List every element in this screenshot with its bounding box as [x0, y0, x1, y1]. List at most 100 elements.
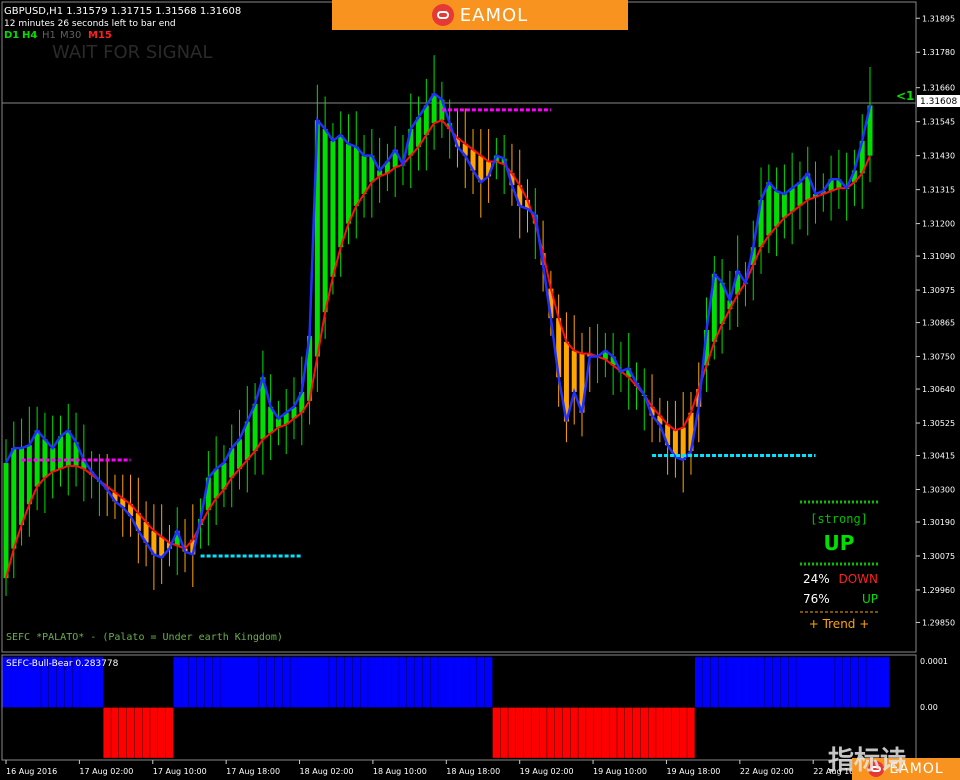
bull-bar[interactable]	[468, 656, 478, 708]
bear-bar[interactable]	[593, 707, 602, 759]
bull-bar[interactable]	[321, 656, 330, 708]
bear-bar[interactable]	[118, 707, 127, 759]
tf-d1[interactable]: D1	[4, 30, 19, 41]
bear-bar[interactable]	[500, 707, 509, 759]
bull-bar[interactable]	[865, 656, 875, 708]
bear-bar[interactable]	[157, 707, 166, 759]
bull-bar[interactable]	[367, 656, 376, 708]
candle-body[interactable]	[11, 448, 17, 549]
bull-bar[interactable]	[873, 656, 882, 708]
bull-bar[interactable]	[360, 656, 369, 708]
bull-bar[interactable]	[243, 656, 252, 708]
bull-bar[interactable]	[251, 656, 260, 708]
tf-h1[interactable]: H1	[42, 30, 56, 41]
candle-body[interactable]	[322, 129, 328, 313]
bear-bar[interactable]	[134, 707, 143, 759]
bull-bar[interactable]	[406, 656, 415, 708]
bear-bar[interactable]	[616, 707, 625, 759]
candle-body[interactable]	[571, 350, 577, 392]
bull-bar[interactable]	[328, 656, 337, 708]
candle-body[interactable]	[26, 445, 32, 505]
bull-bar[interactable]	[780, 656, 789, 708]
bull-bar[interactable]	[297, 656, 306, 708]
bull-bar[interactable]	[422, 656, 431, 708]
bull-bar[interactable]	[227, 656, 236, 708]
bull-bar[interactable]	[803, 656, 812, 708]
bear-bar[interactable]	[679, 707, 688, 759]
bull-bar[interactable]	[289, 656, 299, 708]
bull-bar[interactable]	[414, 656, 423, 708]
bear-bar[interactable]	[671, 707, 680, 759]
bear-bar[interactable]	[640, 707, 649, 759]
bull-bar[interactable]	[788, 656, 797, 708]
bull-bar[interactable]	[212, 656, 221, 708]
bull-bar[interactable]	[850, 656, 859, 708]
bear-bar[interactable]	[663, 707, 672, 759]
bear-bar[interactable]	[648, 707, 657, 759]
bull-bar[interactable]	[430, 656, 439, 708]
bull-bar[interactable]	[383, 656, 392, 708]
bull-bar[interactable]	[437, 656, 446, 708]
candle-body[interactable]	[766, 182, 772, 236]
candle-body[interactable]	[3, 462, 9, 579]
bull-bar[interactable]	[352, 656, 361, 708]
bear-bar[interactable]	[149, 707, 158, 759]
bear-bar[interactable]	[554, 707, 563, 759]
candle-body[interactable]	[797, 182, 803, 206]
candle-body[interactable]	[774, 191, 780, 227]
bull-bar[interactable]	[741, 656, 750, 708]
bull-bar[interactable]	[834, 656, 843, 708]
bear-bar[interactable]	[165, 707, 174, 759]
candle-body[interactable]	[789, 188, 795, 212]
candle-body[interactable]	[353, 146, 359, 206]
bull-bar[interactable]	[881, 656, 890, 708]
bull-bar[interactable]	[764, 656, 773, 708]
bull-bar[interactable]	[749, 656, 758, 708]
bear-bar[interactable]	[126, 707, 135, 759]
bear-bar[interactable]	[539, 707, 548, 759]
bull-bar[interactable]	[305, 656, 314, 708]
bull-bar[interactable]	[476, 656, 485, 708]
bull-bar[interactable]	[772, 656, 781, 708]
bull-bar[interactable]	[344, 656, 353, 708]
bear-bar[interactable]	[531, 707, 540, 759]
bull-bar[interactable]	[710, 656, 719, 708]
bull-bar[interactable]	[842, 656, 851, 708]
bear-bar[interactable]	[609, 707, 618, 759]
tf-h4[interactable]: H4	[22, 30, 37, 41]
bull-bar[interactable]	[235, 656, 244, 708]
bull-bar[interactable]	[718, 656, 727, 708]
bull-bar[interactable]	[375, 656, 384, 708]
bull-bar[interactable]	[694, 656, 703, 708]
bear-bar[interactable]	[624, 707, 633, 759]
bear-bar[interactable]	[577, 707, 587, 759]
tf-m30[interactable]: M30	[60, 30, 81, 41]
bear-bar[interactable]	[562, 707, 571, 759]
candle-body[interactable]	[781, 194, 787, 218]
candle-body[interactable]	[330, 140, 336, 277]
bull-bar[interactable]	[180, 656, 190, 708]
bear-bar[interactable]	[546, 707, 555, 759]
bull-bar[interactable]	[445, 656, 454, 708]
bull-bar[interactable]	[733, 656, 742, 708]
bull-bar[interactable]	[188, 656, 197, 708]
bull-bar[interactable]	[274, 656, 283, 708]
bull-bar[interactable]	[484, 656, 493, 708]
bull-bar[interactable]	[827, 656, 836, 708]
bull-bar[interactable]	[756, 656, 766, 708]
bull-bar[interactable]	[219, 656, 228, 708]
bull-bar[interactable]	[391, 656, 400, 708]
bull-bar[interactable]	[258, 656, 267, 708]
bear-bar[interactable]	[142, 707, 151, 759]
bear-bar[interactable]	[523, 707, 532, 759]
bull-bar[interactable]	[204, 656, 213, 708]
candle-body[interactable]	[345, 143, 351, 224]
bear-bar[interactable]	[601, 707, 610, 759]
bull-bar[interactable]	[336, 656, 345, 708]
bull-bar[interactable]	[398, 656, 408, 708]
bear-bar[interactable]	[110, 707, 120, 759]
candle-body[interactable]	[338, 134, 344, 248]
bear-bar[interactable]	[686, 707, 696, 759]
bull-bar[interactable]	[819, 656, 828, 708]
candle-body[interactable]	[237, 439, 243, 469]
